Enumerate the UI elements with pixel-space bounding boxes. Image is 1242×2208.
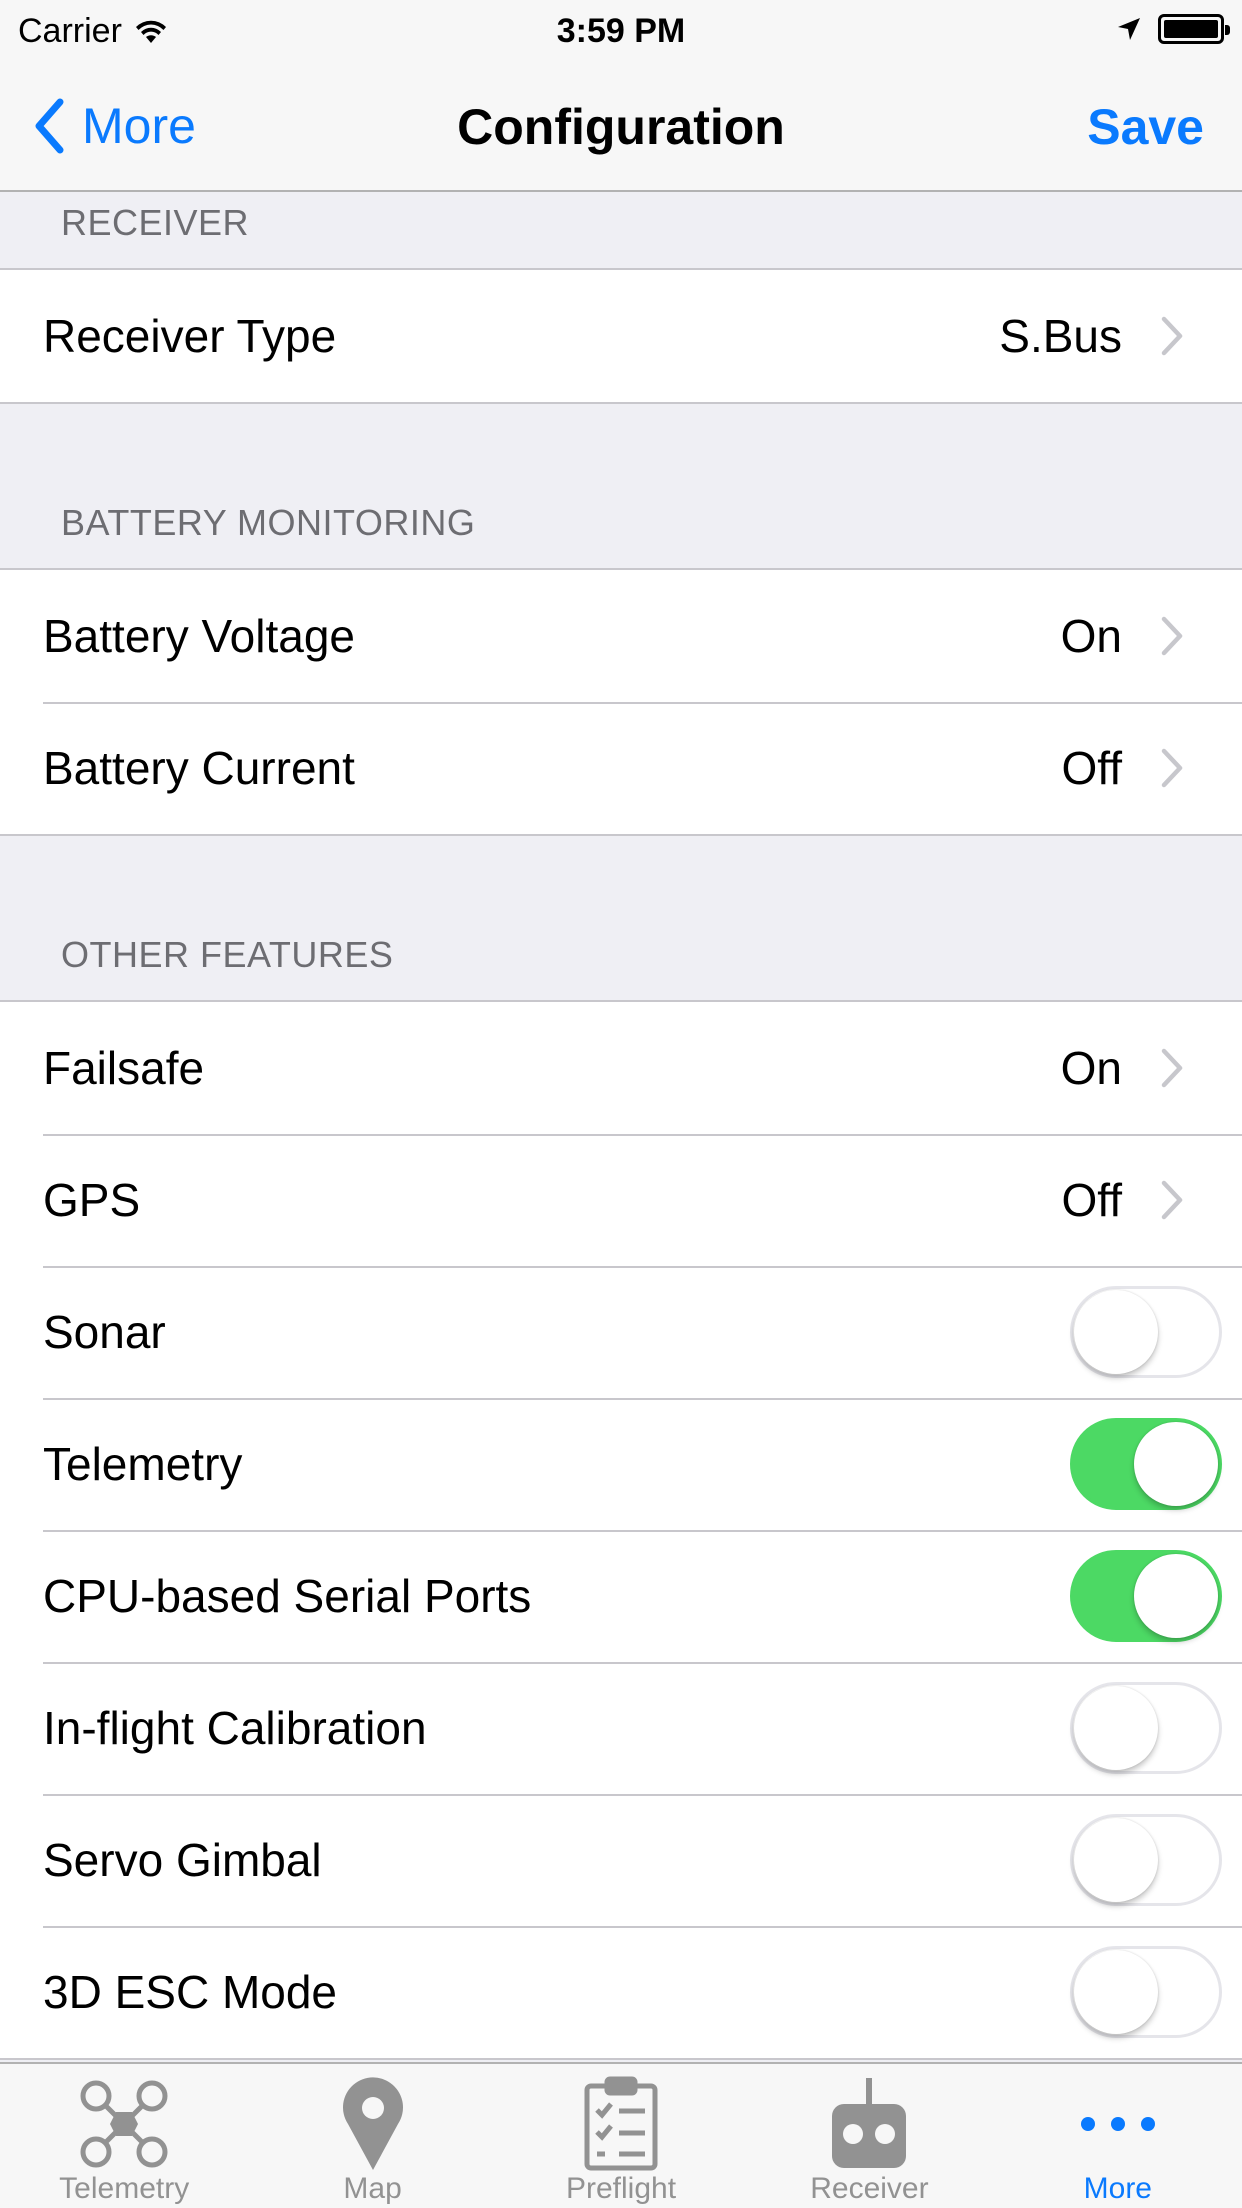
row-label: Failsafe xyxy=(43,1042,205,1094)
clipboard-checklist-icon xyxy=(584,2076,658,2171)
battery-group: Battery Voltage On Battery Current Off xyxy=(0,568,1242,836)
row-battery-voltage[interactable]: Battery Voltage On xyxy=(0,570,1242,702)
row-value: On xyxy=(1060,1042,1122,1094)
row-failsafe[interactable]: Failsafe On xyxy=(0,1002,1242,1134)
navigation-bar: More Configuration Save xyxy=(0,60,1242,192)
row-telemetry: Telemetry xyxy=(0,1398,1242,1530)
tab-label: Receiver xyxy=(810,2172,929,2205)
status-right xyxy=(1116,14,1230,44)
telemetry-toggle[interactable] xyxy=(1070,1418,1222,1510)
row-value: On xyxy=(1060,610,1122,662)
row-label: Battery Current xyxy=(43,742,355,794)
chevron-right-icon xyxy=(1161,616,1183,656)
row-cpu-serial-ports: CPU-based Serial Ports xyxy=(0,1530,1242,1662)
row-value: S.Bus xyxy=(999,310,1122,362)
more-dots-icon xyxy=(1080,2117,1155,2131)
tab-label: Map xyxy=(343,2172,402,2205)
row-battery-current[interactable]: Battery Current Off xyxy=(0,702,1242,834)
sonar-toggle[interactable] xyxy=(1070,1286,1222,1378)
inflight-calibration-toggle[interactable] xyxy=(1070,1682,1222,1774)
tab-more[interactable]: More xyxy=(994,2064,1242,2208)
section-header-label: OTHER FEATURES xyxy=(61,934,394,975)
row-label: GPS xyxy=(43,1174,141,1226)
tab-label: Telemetry xyxy=(59,2172,190,2205)
row-value: Off xyxy=(1061,742,1122,794)
receiver-group: Receiver Type S.Bus xyxy=(0,268,1242,404)
servo-gimbal-toggle[interactable] xyxy=(1070,1814,1222,1906)
section-header-other: OTHER FEATURES xyxy=(0,836,1242,1000)
other-features-group: Failsafe On GPS Off Sonar Telemetry CPU-… xyxy=(0,1000,1242,2060)
quadcopter-icon xyxy=(80,2080,168,2168)
tab-label: More xyxy=(1083,2172,1152,2205)
row-receiver-type[interactable]: Receiver Type S.Bus xyxy=(0,270,1242,402)
tab-label: Preflight xyxy=(565,2172,677,2205)
status-time: 3:59 PM xyxy=(556,12,686,50)
row-label: CPU-based Serial Ports xyxy=(43,1570,532,1622)
location-arrow-icon xyxy=(1118,18,1140,40)
row-label: 3D ESC Mode xyxy=(43,1966,338,2018)
3d-esc-mode-toggle[interactable] xyxy=(1070,1946,1222,2038)
row-gps[interactable]: GPS Off xyxy=(0,1134,1242,1266)
section-header-label: BATTERY MONITORING xyxy=(61,502,476,543)
cpu-serial-ports-toggle[interactable] xyxy=(1070,1550,1222,1642)
row-label: Battery Voltage xyxy=(43,610,355,662)
row-servo-gimbal: Servo Gimbal xyxy=(0,1794,1242,1926)
page-title: Configuration xyxy=(457,99,785,155)
tab-bar: Telemetry Map Preflight Receiver More xyxy=(0,2062,1242,2208)
chevron-right-icon xyxy=(1161,1048,1183,1088)
row-3d-esc-mode: 3D ESC Mode xyxy=(0,1926,1242,2058)
chevron-right-icon xyxy=(1161,316,1183,356)
row-value: Off xyxy=(1061,1174,1122,1226)
row-label: Sonar xyxy=(43,1306,166,1358)
tab-preflight[interactable]: Preflight xyxy=(497,2064,745,2208)
section-header-battery: BATTERY MONITORING xyxy=(0,404,1242,568)
row-label: Telemetry xyxy=(43,1438,243,1490)
tab-telemetry[interactable]: Telemetry xyxy=(0,2064,248,2208)
chevron-right-icon xyxy=(1161,748,1183,788)
section-header-receiver: RECEIVER xyxy=(0,192,1242,268)
chevron-right-icon xyxy=(1161,1180,1183,1220)
status-bar: Carrier 3:59 PM xyxy=(0,0,1242,60)
save-button[interactable]: Save xyxy=(1087,98,1204,156)
section-header-label: RECEIVER xyxy=(61,202,250,243)
map-pin-icon xyxy=(342,2077,403,2170)
row-label: Receiver Type xyxy=(43,310,337,362)
row-label: Servo Gimbal xyxy=(43,1834,322,1886)
tab-receiver[interactable]: Receiver xyxy=(745,2064,993,2208)
battery-icon xyxy=(1158,14,1230,44)
row-label: In-flight Calibration xyxy=(43,1702,427,1754)
tab-map[interactable]: Map xyxy=(248,2064,496,2208)
row-inflight-calibration: In-flight Calibration xyxy=(0,1662,1242,1794)
transmitter-icon xyxy=(832,2078,907,2168)
row-sonar: Sonar xyxy=(0,1266,1242,1398)
